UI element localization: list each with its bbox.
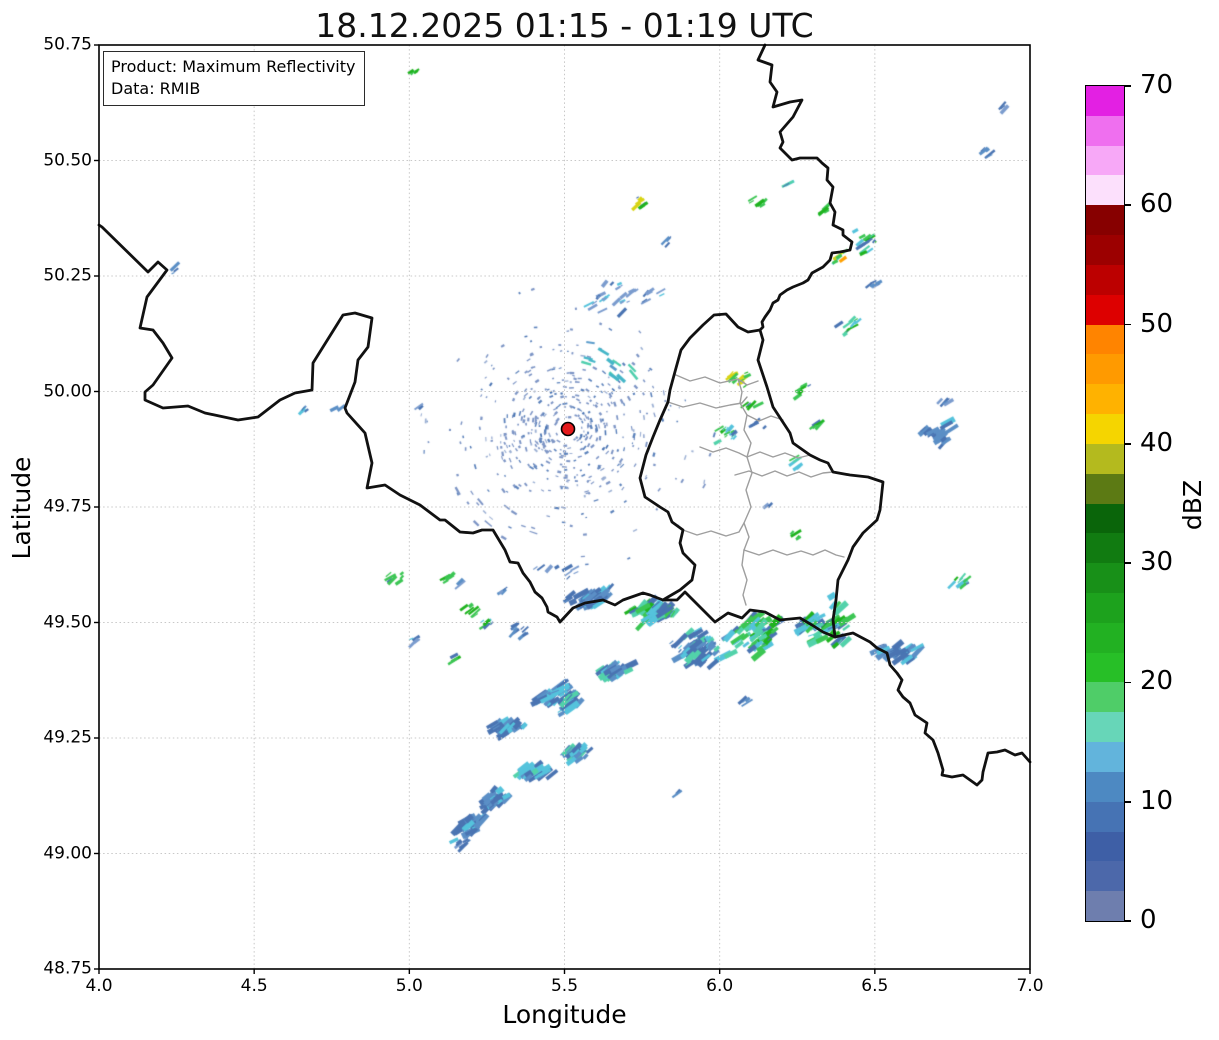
colorbar-segment — [1086, 353, 1124, 385]
colorbar-segment — [1086, 234, 1124, 265]
colorbar-segment — [1086, 204, 1124, 236]
colorbar-tick-label: 70 — [1140, 69, 1174, 100]
data-source-line: Data: RMIB — [111, 79, 201, 99]
country-border-fr-be-west — [97, 223, 665, 624]
product-info-box: Product: Maximum Reflectivity Data: RMIB — [103, 51, 366, 107]
y-tick-label: 49.50 — [43, 612, 92, 633]
colorbar-segment — [1086, 443, 1124, 474]
district-border — [734, 470, 834, 478]
x-tick-label: 7.0 — [1016, 976, 1044, 996]
x-tick-label: 5.0 — [395, 976, 423, 996]
district-border — [675, 374, 759, 386]
y-tick-label: 49.75 — [43, 496, 92, 517]
colorbar-tick-mark — [1125, 562, 1131, 564]
x-axis-label: Longitude — [502, 1000, 627, 1029]
colorbar-tick-label: 0 — [1140, 904, 1157, 935]
y-tick-label: 48.75 — [43, 958, 92, 979]
y-tick-label: 50.50 — [43, 150, 92, 171]
colorbar-tick-mark — [1125, 920, 1131, 922]
x-tick-label: 5.5 — [550, 976, 579, 996]
colorbar-tick-mark — [1125, 323, 1131, 326]
colorbar-tick-label: 60 — [1140, 189, 1174, 220]
colorbar-segment — [1086, 860, 1124, 892]
colorbar-segment — [1086, 890, 1124, 921]
colorbar-segment — [1086, 503, 1124, 534]
colorbar-segment — [1086, 622, 1124, 653]
district-border — [737, 378, 752, 458]
y-tick-label: 49.25 — [43, 727, 92, 748]
colorbar-segment — [1086, 85, 1124, 116]
colorbar-tick-mark — [1125, 204, 1131, 207]
country-border-fr-de-southeast — [833, 631, 1032, 787]
district-border — [682, 522, 745, 537]
colorbar-segment — [1086, 324, 1124, 355]
product-line: Product: Maximum Reflectivity — [111, 57, 356, 76]
y-tick-label: 50.25 — [43, 265, 92, 286]
chart-title: 18.12.2025 01:15 - 01:19 UTC — [315, 6, 814, 45]
country-border-lu-west — [638, 312, 762, 602]
colorbar-segment — [1086, 652, 1124, 683]
country-border-be-de-northeast — [756, 43, 854, 332]
country-border-lu-east — [756, 328, 885, 639]
colorbar-tick-mark — [1125, 800, 1131, 803]
colorbar-segment — [1086, 592, 1124, 623]
colorbar-segment — [1086, 145, 1124, 176]
plot-area: Product: Maximum Reflectivity Data: RMIB — [94, 43, 1032, 974]
colorbar-segment — [1086, 473, 1124, 504]
colorbar-tick-mark — [1125, 85, 1131, 87]
district-border — [741, 456, 753, 606]
colorbar-segment — [1086, 831, 1124, 862]
colorbar-segment — [1086, 174, 1124, 206]
radar-figure: 18.12.2025 01:15 - 01:19 UTC Product: Ma… — [0, 0, 1219, 1040]
colorbar-tick-mark — [1125, 443, 1131, 445]
x-tick-label: 6.5 — [861, 976, 889, 996]
x-tick-label: 4.5 — [240, 976, 268, 996]
radar-site-marker — [560, 421, 576, 437]
x-tick-label: 4.0 — [85, 976, 113, 996]
district-border — [743, 549, 845, 558]
country-border-fr-lu-south — [661, 590, 837, 639]
colorbar-segment — [1086, 711, 1124, 743]
district-border — [667, 396, 748, 409]
colorbar-tick-label: 10 — [1140, 785, 1174, 816]
colorbar-segment — [1086, 741, 1124, 772]
colorbar-label: dBZ — [1178, 479, 1207, 531]
y-tick-label: 50.75 — [43, 34, 92, 55]
colorbar-segment — [1086, 681, 1124, 713]
colorbar-segment — [1086, 532, 1124, 564]
y-axis-label: Latitude — [7, 456, 36, 560]
colorbar-segment — [1086, 562, 1124, 593]
colorbar-tick-label: 20 — [1140, 666, 1174, 697]
colorbar-tick-mark — [1125, 681, 1131, 684]
colorbar-segment — [1086, 264, 1124, 295]
colorbar-tick-label: 40 — [1140, 427, 1174, 458]
y-tick-label: 50.00 — [43, 381, 92, 402]
colorbar-segment — [1086, 115, 1124, 146]
colorbar-tick-label: 50 — [1140, 308, 1174, 339]
colorbar-tick-label: 30 — [1140, 546, 1174, 577]
colorbar-segment — [1086, 383, 1124, 415]
y-tick-label: 49.00 — [43, 843, 92, 864]
colorbar — [1085, 85, 1125, 922]
colorbar-segment — [1086, 801, 1124, 832]
x-tick-label: 6.0 — [706, 976, 734, 996]
colorbar-segment — [1086, 771, 1124, 802]
district-border — [699, 446, 811, 459]
colorbar-segment — [1086, 413, 1124, 444]
colorbar-segment — [1086, 294, 1124, 325]
map-overlay-svg — [94, 43, 1032, 974]
